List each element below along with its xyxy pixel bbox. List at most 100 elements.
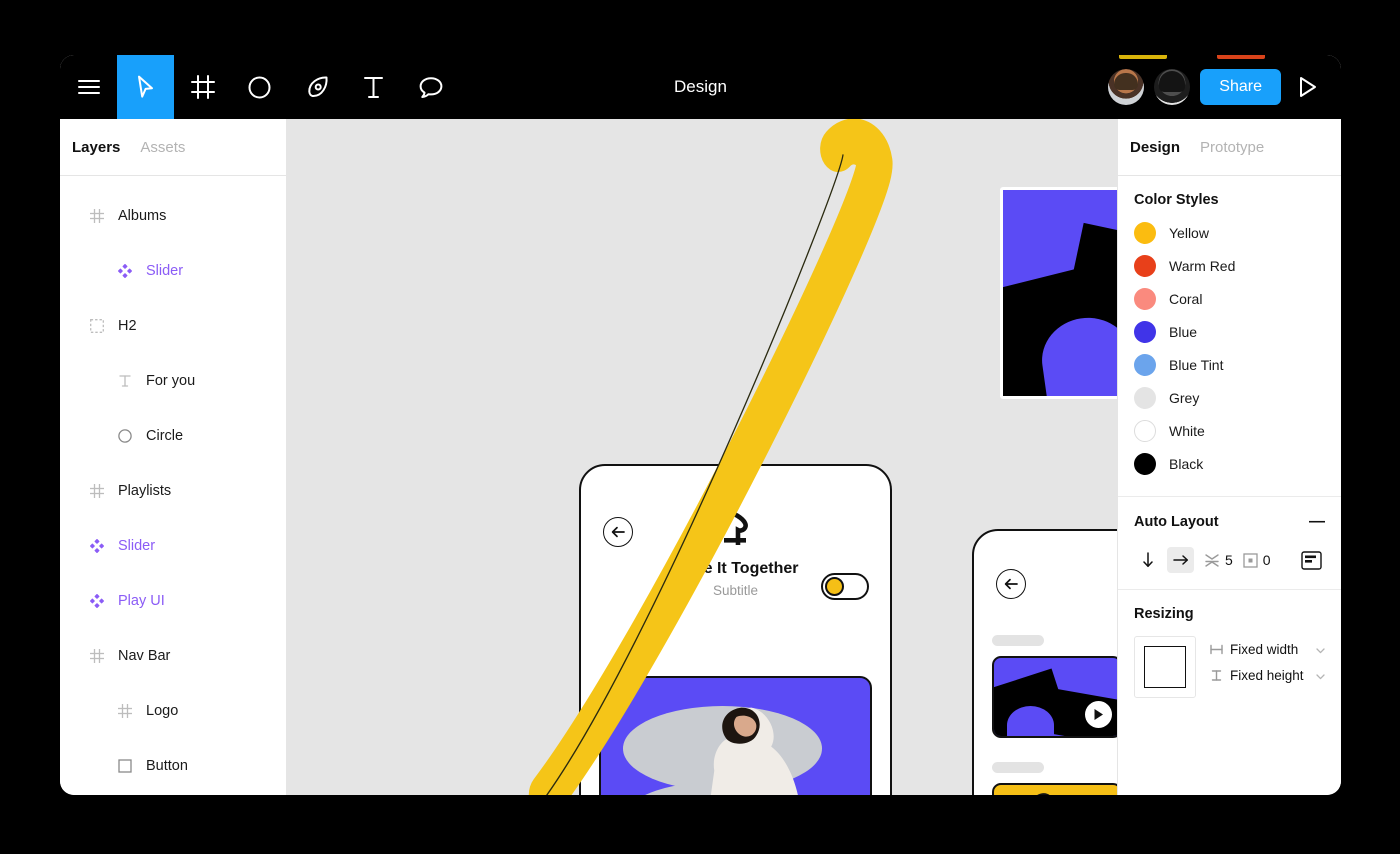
layer-label: Playlists: [118, 482, 172, 499]
layer-item-nav-bar[interactable]: Nav Bar: [60, 628, 286, 683]
align-top-left-icon[interactable]: [1298, 547, 1325, 573]
layer-item-logo[interactable]: Logo: [60, 683, 286, 738]
toggle-switch[interactable]: [821, 573, 869, 600]
color-style-grey[interactable]: Grey: [1134, 381, 1325, 414]
frame-icon: [86, 483, 108, 498]
color-styles-title: Color Styles: [1134, 192, 1219, 208]
app-body: Layers Assets Albums Slider H2 For you C…: [60, 119, 1341, 795]
toolbar-right-group: Share: [1108, 55, 1341, 119]
layer-item-playlists[interactable]: Playlists: [60, 463, 286, 518]
color-style-white[interactable]: White: [1134, 414, 1325, 447]
collaborator-bar-1: [1119, 55, 1167, 59]
fixed-width-label: Fixed width: [1230, 642, 1299, 657]
tab-assets[interactable]: Assets: [140, 139, 185, 156]
layer-label: Play UI: [118, 592, 165, 609]
play-icon[interactable]: [1084, 701, 1112, 728]
layer-item-circle[interactable]: Circle: [60, 408, 286, 463]
figma-window: Design Share Layers Assets Albums Slider…: [60, 55, 1341, 795]
layer-label: H2: [118, 317, 137, 334]
design-canvas[interactable]: Headline NEW!: [287, 119, 1117, 795]
color-style-warm-red[interactable]: Warm Red: [1134, 249, 1325, 282]
padding-icon: [1243, 552, 1258, 568]
chevron-down-icon: [1316, 668, 1325, 683]
frame-icon[interactable]: [174, 55, 231, 119]
phone-two-header: [974, 531, 1117, 635]
color-style-coral[interactable]: Coral: [1134, 282, 1325, 315]
color-style-yellow[interactable]: Yellow: [1134, 216, 1325, 249]
pen-icon[interactable]: [288, 55, 345, 119]
layer-item-h2[interactable]: H2: [60, 298, 286, 353]
resizing-section: Resizing Fixed width Fixed height: [1118, 590, 1341, 714]
phone-one-hero-photo: [599, 676, 872, 795]
layer-item-button[interactable]: Button: [60, 738, 286, 793]
layer-item-play-ui[interactable]: Play UI: [60, 573, 286, 628]
height-icon: [1211, 670, 1222, 681]
tab-design[interactable]: Design: [1130, 139, 1180, 156]
present-icon[interactable]: [1291, 70, 1325, 104]
layer-label: Circle: [146, 427, 184, 444]
auto-layout-title: Auto Layout: [1134, 514, 1219, 530]
phone-mockup-two[interactable]: op: [972, 529, 1117, 795]
group-icon: [86, 318, 108, 333]
vertical-direction-icon[interactable]: [1134, 547, 1161, 573]
album-artwork: [1003, 190, 1117, 396]
ellipse-icon[interactable]: [231, 55, 288, 119]
cursor-icon[interactable]: [117, 55, 174, 119]
phone-two-section-one: [974, 635, 1117, 738]
color-style-black[interactable]: Black: [1134, 447, 1325, 480]
collapse-icon[interactable]: —: [1309, 513, 1325, 531]
color-swatch: [1134, 353, 1156, 376]
layer-item-albums[interactable]: Albums: [60, 188, 286, 243]
frame-icon: [86, 208, 108, 223]
tab-layers[interactable]: Layers: [72, 139, 120, 156]
color-style-blue[interactable]: Blue: [1134, 315, 1325, 348]
color-swatch: [1134, 287, 1156, 310]
ellipse-icon: [114, 428, 136, 443]
avatar-collaborator-1[interactable]: [1108, 69, 1145, 105]
person-photo: [711, 707, 799, 795]
color-label: Yellow: [1169, 224, 1209, 241]
skeleton-label: [992, 635, 1044, 646]
right-panel-tabs: Design Prototype: [1118, 119, 1341, 176]
phone-mockup-one[interactable]: Make It Together Subtitle: [579, 464, 892, 795]
comment-icon[interactable]: [402, 55, 459, 119]
fixed-width-dropdown[interactable]: Fixed width: [1210, 642, 1325, 657]
auto-layout-header: Auto Layout —: [1134, 513, 1325, 531]
media-card-artwork[interactable]: [992, 656, 1117, 738]
padding-field[interactable]: 0: [1239, 552, 1271, 568]
text-icon[interactable]: [345, 55, 402, 119]
avatar-collaborator-2[interactable]: [1154, 69, 1191, 105]
share-button[interactable]: Share: [1200, 69, 1281, 105]
component-icon: [86, 538, 108, 553]
pop-label: op: [994, 785, 1064, 795]
color-styles-section: Color Styles Yellow Warm Red Coral Blue …: [1118, 176, 1341, 497]
artboard-album-art[interactable]: [1000, 187, 1117, 399]
color-style-blue-tint[interactable]: Blue Tint: [1134, 348, 1325, 381]
layer-item-slider-1[interactable]: Slider: [60, 243, 286, 298]
resizing-title: Resizing: [1134, 606, 1194, 622]
menu-icon[interactable]: [60, 55, 117, 119]
spacing-field[interactable]: 5: [1200, 552, 1233, 568]
layer-item-for-you[interactable]: For you: [60, 353, 286, 408]
color-swatch: [1134, 320, 1156, 343]
layer-label: Button: [146, 757, 188, 774]
tab-prototype[interactable]: Prototype: [1200, 139, 1264, 156]
phone-two-section-two: op: [974, 762, 1117, 795]
horizontal-direction-icon[interactable]: [1167, 547, 1194, 573]
phone-one-header: Make It Together Subtitle: [581, 466, 890, 600]
music-note-logo-icon: [720, 511, 752, 553]
back-arrow-icon[interactable]: [603, 517, 633, 547]
toggle-knob: [825, 577, 844, 596]
fixed-height-dropdown[interactable]: Fixed height: [1210, 668, 1325, 683]
layer-item-slider-2[interactable]: Slider: [60, 518, 286, 573]
chevron-down-icon: [1316, 642, 1325, 657]
resizing-controls: Fixed width Fixed height: [1134, 636, 1325, 698]
color-label: Coral: [1169, 290, 1203, 307]
resize-preview[interactable]: [1134, 636, 1196, 698]
color-swatch: [1134, 419, 1156, 442]
color-label: Blue Tint: [1169, 356, 1224, 373]
media-card-pop[interactable]: op: [992, 783, 1117, 795]
auto-layout-controls: 5 0: [1134, 547, 1325, 573]
back-arrow-icon[interactable]: [996, 569, 1026, 599]
frame-icon: [114, 703, 136, 718]
